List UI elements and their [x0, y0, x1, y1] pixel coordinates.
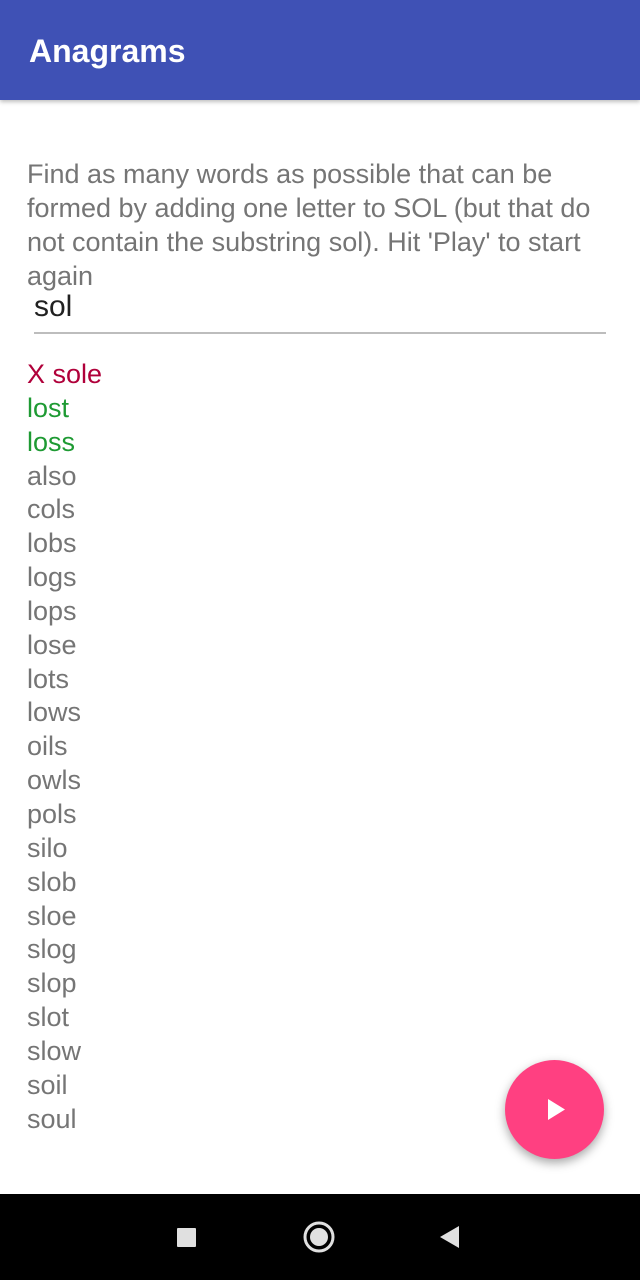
- word-item-unfound: oils: [27, 731, 68, 762]
- word-item-unfound: silo: [27, 832, 68, 863]
- back-button[interactable]: [426, 1214, 472, 1260]
- word-input-container: [34, 284, 606, 334]
- recents-button[interactable]: [163, 1214, 209, 1260]
- word-item-unfound: cols: [27, 494, 76, 525]
- app-title: Anagrams: [29, 33, 186, 69]
- word-item-unfound: slog: [27, 934, 77, 965]
- word-item-unfound: lops: [27, 595, 77, 626]
- home-button[interactable]: [296, 1214, 342, 1260]
- word-item-unfound: slow: [27, 1035, 82, 1066]
- word-input[interactable]: [34, 284, 606, 330]
- word-item-unfound: slob: [27, 866, 77, 897]
- word-item-unfound: soil: [27, 1069, 68, 1100]
- word-item-right: lost: [27, 392, 70, 423]
- word-item-unfound: logs: [27, 562, 77, 593]
- word-item-unfound: soul: [27, 1103, 77, 1134]
- word-item-unfound: slot: [27, 1002, 70, 1033]
- system-nav-bar: [0, 1194, 640, 1280]
- word-item-right: loss: [27, 426, 76, 457]
- play-icon: [548, 1099, 565, 1120]
- word-list: X sole lost loss also cols lobs logs lops lose lo…: [27, 358, 102, 1136]
- word-item-unfound: lows: [27, 697, 82, 728]
- word-item-wrong: X sole: [27, 359, 103, 389]
- word-item-unfound: lots: [27, 663, 70, 694]
- word-item-unfound: pols: [27, 798, 77, 829]
- play-button[interactable]: [505, 1060, 604, 1159]
- square-icon: [177, 1228, 196, 1247]
- word-item-unfound: lose: [27, 629, 77, 660]
- word-item-unfound: slop: [27, 968, 77, 999]
- word-item-unfound: lobs: [27, 528, 77, 559]
- app-bar: Anagrams: [0, 0, 640, 100]
- circle-home-icon: [303, 1221, 335, 1253]
- instructions-text: Find as many words as possible that can …: [27, 159, 591, 291]
- word-item-unfound: owls: [27, 765, 82, 796]
- triangle-back-icon: [440, 1226, 459, 1248]
- word-item-unfound: also: [27, 460, 77, 491]
- word-item-unfound: sloe: [27, 900, 77, 931]
